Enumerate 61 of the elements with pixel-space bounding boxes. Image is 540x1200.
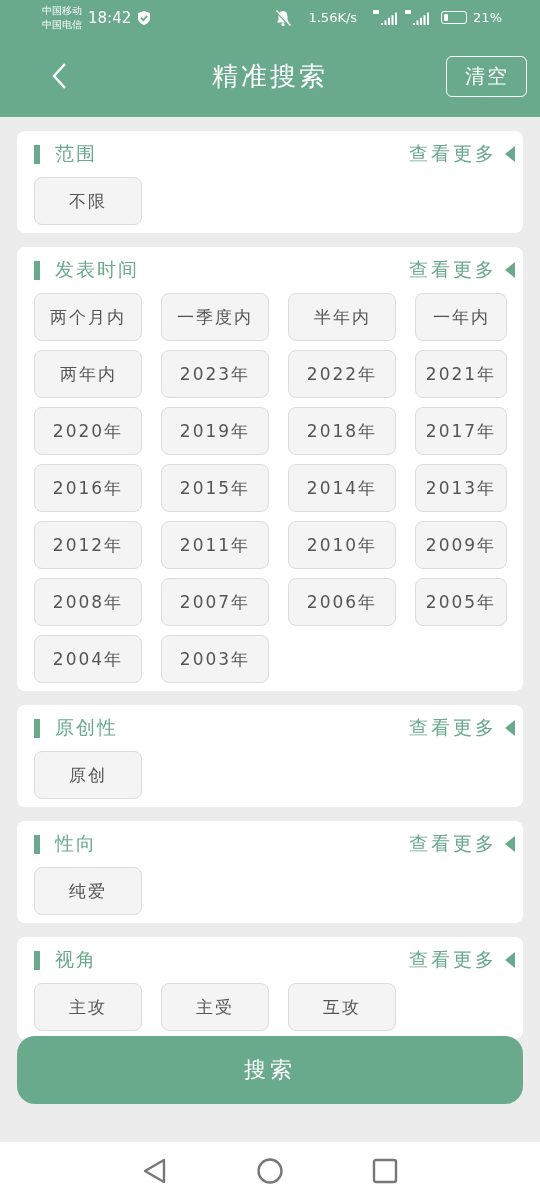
recent-square-icon[interactable] bbox=[372, 1158, 398, 1184]
option-chip[interactable]: 一年内 bbox=[415, 293, 507, 341]
shield-check-icon bbox=[137, 9, 152, 26]
option-chip[interactable]: 2014年 bbox=[288, 464, 396, 512]
section-marker bbox=[34, 950, 40, 970]
left-triangle-icon bbox=[505, 952, 515, 968]
option-chip[interactable]: 主受 bbox=[161, 983, 269, 1031]
option-chip[interactable]: 2020年 bbox=[34, 407, 142, 455]
section-marker bbox=[34, 144, 40, 164]
option-chip[interactable]: 原创 bbox=[34, 751, 142, 799]
network-speed: 1.56K/s bbox=[308, 10, 358, 25]
left-triangle-icon bbox=[505, 720, 515, 736]
section-title: 原创性 bbox=[55, 715, 118, 740]
battery-percent: 21% bbox=[473, 10, 502, 25]
section-marker bbox=[34, 834, 40, 854]
left-triangle-icon bbox=[505, 836, 515, 852]
option-chip[interactable]: 2016年 bbox=[34, 464, 142, 512]
page-title: 精准搜索 bbox=[211, 59, 329, 93]
option-chip[interactable]: 2017年 bbox=[415, 407, 507, 455]
option-chip[interactable]: 2003年 bbox=[161, 635, 269, 683]
option-chip[interactable]: 2011年 bbox=[161, 521, 269, 569]
option-chip[interactable]: 2022年 bbox=[288, 350, 396, 398]
option-chip[interactable]: 2015年 bbox=[161, 464, 269, 512]
option-chip[interactable]: 2021年 bbox=[415, 350, 507, 398]
option-chip[interactable]: 2004年 bbox=[34, 635, 142, 683]
carrier-name: 中国电信 bbox=[42, 17, 82, 32]
option-chip[interactable]: 一季度内 bbox=[161, 293, 269, 341]
left-triangle-icon bbox=[505, 262, 515, 278]
option-chip[interactable]: 2005年 bbox=[415, 578, 507, 626]
option-chip[interactable]: 2023年 bbox=[161, 350, 269, 398]
option-chip[interactable]: 纯爱 bbox=[34, 867, 142, 915]
option-chip[interactable]: 半年内 bbox=[288, 293, 396, 341]
option-chip[interactable]: 2012年 bbox=[34, 521, 142, 569]
left-triangle-icon bbox=[505, 146, 515, 162]
option-chip[interactable]: 2018年 bbox=[288, 407, 396, 455]
section-title: 范围 bbox=[55, 141, 97, 166]
section-marker bbox=[34, 260, 40, 280]
option-chip[interactable]: 2007年 bbox=[161, 578, 269, 626]
clock-time: 18:42 bbox=[88, 8, 132, 27]
option-chip[interactable]: 2013年 bbox=[415, 464, 507, 512]
muted-bell-icon bbox=[274, 8, 293, 27]
option-chip[interactable]: 2008年 bbox=[34, 578, 142, 626]
option-chip[interactable]: 互攻 bbox=[288, 983, 396, 1031]
option-chip[interactable]: 2006年 bbox=[288, 578, 396, 626]
option-chip[interactable]: 2010年 bbox=[288, 521, 396, 569]
back-triangle-icon[interactable] bbox=[142, 1157, 168, 1185]
section-title: 发表时间 bbox=[55, 257, 139, 282]
signal-icon bbox=[373, 8, 400, 27]
section-title: 性向 bbox=[55, 831, 97, 856]
section-title: 视角 bbox=[55, 947, 97, 972]
option-chip[interactable]: 两年内 bbox=[34, 350, 142, 398]
section-marker bbox=[34, 718, 40, 738]
option-chip[interactable]: 两个月内 bbox=[34, 293, 142, 341]
signal-icon bbox=[405, 8, 432, 27]
battery-icon bbox=[441, 11, 468, 24]
home-circle-icon[interactable] bbox=[256, 1157, 284, 1185]
option-chip[interactable]: 不限 bbox=[34, 177, 142, 225]
option-chip[interactable]: 2009年 bbox=[415, 521, 507, 569]
option-chip[interactable]: 2019年 bbox=[161, 407, 269, 455]
carrier-name: 中国移动 bbox=[42, 3, 82, 18]
option-chip[interactable]: 主攻 bbox=[34, 983, 142, 1031]
